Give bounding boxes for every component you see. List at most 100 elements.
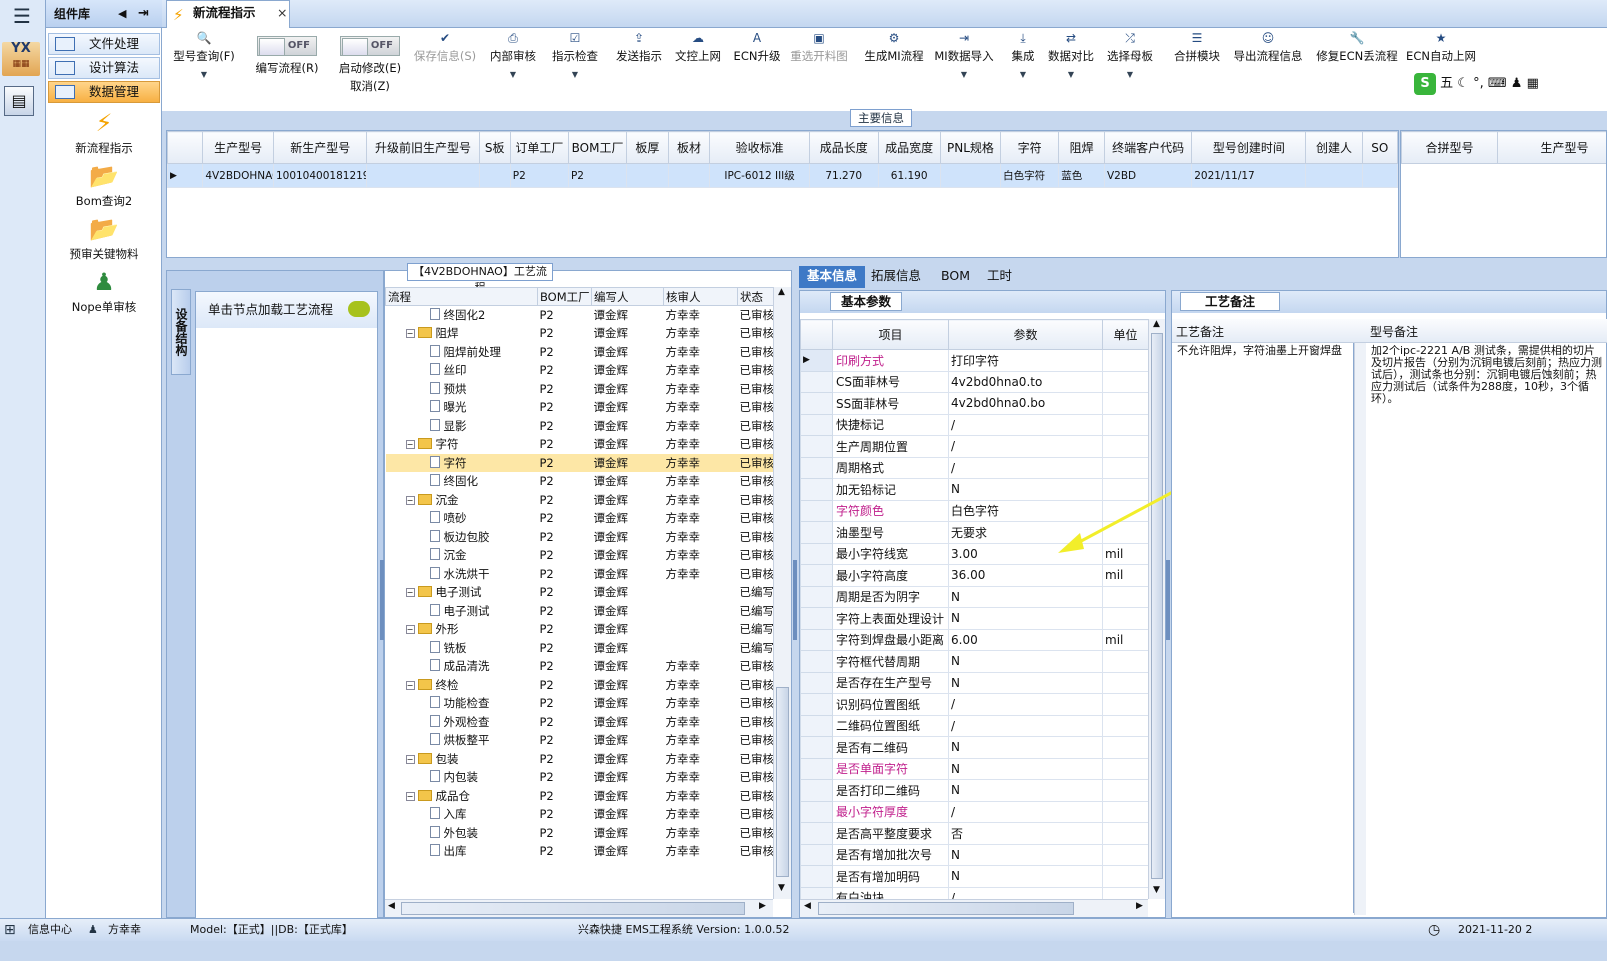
column-header[interactable]: 验收标准	[709, 131, 810, 164]
tree-row[interactable]: − 阻焊 P2 谭金辉 方幸幸 已审核	[386, 324, 773, 343]
column-header[interactable]: 升级前旧生产型号	[366, 131, 480, 164]
column-header[interactable]: 生产型号	[1497, 131, 1606, 164]
collapse-icon[interactable]: −	[405, 625, 415, 635]
tree-node[interactable]: 烘板整平	[386, 731, 538, 750]
param-row[interactable]: 是否有增加批次号 N	[800, 843, 1148, 866]
column-header[interactable]: 板厚	[626, 131, 669, 164]
param-value[interactable]: /	[948, 714, 1103, 737]
table-cell[interactable]: 61.190	[877, 163, 941, 188]
tree-node[interactable]: 终固化2	[386, 306, 538, 325]
param-row[interactable]: 快捷标记 /	[800, 413, 1148, 436]
ime-mode[interactable]: 五	[1440, 76, 1453, 91]
param-row[interactable]: 是否存在生产型号 N	[800, 671, 1148, 694]
column-header[interactable]: 状态	[737, 287, 773, 306]
param-value[interactable]: /	[948, 435, 1103, 458]
user-icon[interactable]: ♟	[1511, 76, 1523, 91]
info-center-link[interactable]: 信息中心	[28, 919, 72, 941]
flow-horizontal-scrollbar[interactable]: ◀ ▶	[385, 899, 773, 917]
tree-node[interactable]: − 沉金	[386, 491, 538, 510]
tree-row[interactable]: 丝印 P2 谭金辉 方幸幸 已审核	[386, 361, 773, 380]
tree-node[interactable]: 铣板	[386, 639, 538, 658]
param-row[interactable]: 最小字符厚度 /	[800, 800, 1148, 823]
tab-new-flow[interactable]: ⚡ 新流程指示 ×	[166, 0, 290, 28]
calculator-icon[interactable]: ▤	[4, 86, 34, 116]
tree-node[interactable]: 沉金	[386, 546, 538, 565]
scroll-up-icon[interactable]: ▲	[1153, 319, 1160, 329]
tree-node[interactable]: 板边包胶	[386, 528, 538, 547]
shortcut-item[interactable]: 📂 Bom查询2	[46, 161, 162, 209]
chevron-down-icon[interactable]: ▼	[488, 70, 538, 79]
tree-row[interactable]: − 电子测试 P2 谭金辉 已编写	[386, 583, 773, 602]
tree-row[interactable]: 烘板整平 P2 谭金辉 方幸幸 已审核	[386, 731, 773, 750]
toolbar-button[interactable]: ⤮ 选择母板 ▼	[1106, 30, 1154, 79]
column-header[interactable]: BOM工厂	[567, 131, 628, 164]
flow-vertical-scrollbar[interactable]: ▲ ▼	[773, 287, 791, 899]
collapse-icon[interactable]: −	[405, 588, 415, 598]
param-row[interactable]: 字符到焊盘最小距离 6.00 mil	[800, 628, 1148, 651]
column-header[interactable]: SO	[1361, 131, 1399, 164]
tree-row[interactable]: 入库 P2 谭金辉 方幸幸 已审核	[386, 805, 773, 824]
toolbar-button[interactable]: ☺ 导出流程信息	[1230, 30, 1306, 64]
toolbar-button[interactable]: ⇪ 发送指示	[612, 30, 666, 64]
param-row[interactable]: 是否有二维码 N	[800, 736, 1148, 759]
toolbar-button[interactable]: OFF 启动修改(E) 取消(Z)	[328, 30, 412, 94]
param-value[interactable]: /	[948, 693, 1103, 716]
toolbar-button[interactable]: ⇄ 数据对比 ▼	[1044, 30, 1098, 79]
column-header[interactable]: 参数	[948, 319, 1103, 350]
param-value[interactable]: 否	[948, 822, 1103, 845]
chevron-down-icon[interactable]: ▼	[170, 70, 238, 79]
toolbar-button[interactable]: ⤓ 集成 ▼	[1010, 30, 1036, 79]
param-row[interactable]: 二维码位置图纸 /	[800, 714, 1148, 737]
param-row[interactable]: 识别码位置图纸 /	[800, 693, 1148, 716]
column-header[interactable]: 合拼型号	[1401, 131, 1498, 164]
table-cell[interactable]: V2BD	[1103, 163, 1193, 188]
column-header[interactable]: 生产型号	[202, 131, 274, 164]
tree-node[interactable]: 预烘	[386, 380, 538, 399]
chevron-down-icon[interactable]: ▼	[1010, 70, 1036, 79]
collapse-left-icon[interactable]: ◀	[118, 0, 126, 28]
collapse-icon[interactable]: −	[405, 329, 415, 339]
column-header[interactable]: 阻焊	[1058, 131, 1105, 164]
splitter-handle[interactable]	[1166, 560, 1170, 640]
pin-icon[interactable]: ⇥	[138, 0, 149, 28]
table-cell[interactable]: P2	[567, 163, 628, 188]
param-row[interactable]: 是否打印二维码 N	[800, 779, 1148, 802]
table-cell[interactable]: P2	[509, 163, 569, 188]
tree-row[interactable]: 沉金 P2 谭金辉 方幸幸 已审核	[386, 546, 773, 565]
tree-row[interactable]: − 终检 P2 谭金辉 方幸幸 已审核	[386, 676, 773, 695]
tree-row[interactable]: 外包装 P2 谭金辉 方幸幸 已审核	[386, 824, 773, 843]
tree-row[interactable]: 终固化 P2 谭金辉 方幸幸 已审核	[386, 472, 773, 491]
tree-node[interactable]: − 包装	[386, 750, 538, 769]
table-cell[interactable]	[626, 163, 669, 188]
grid-icon[interactable]: ▦	[1527, 76, 1539, 91]
tree-node[interactable]: 外观检查	[386, 713, 538, 732]
tree-node[interactable]: 成品清洗	[386, 657, 538, 676]
param-row[interactable]: 生产周期位置 /	[800, 435, 1148, 458]
toolbar-button[interactable]: ⎙ 内部审核 ▼	[488, 30, 538, 79]
param-value[interactable]: N	[948, 865, 1103, 888]
column-header[interactable]: 成品长度	[808, 131, 879, 164]
param-row[interactable]: 字符上表面处理设计 N	[800, 607, 1148, 630]
scroll-right-icon[interactable]: ▶	[1136, 901, 1143, 911]
toolbar-button[interactable]: ☁ 文控上网	[672, 30, 724, 64]
param-value[interactable]: N	[948, 779, 1103, 802]
scroll-down-icon[interactable]: ▼	[1153, 885, 1160, 895]
param-row[interactable]: 是否高平整度要求否	[800, 822, 1148, 845]
tree-row[interactable]: 阻焊前处理 P2 谭金辉 方幸幸 已审核	[386, 343, 773, 362]
column-header[interactable]: 型号创建时间	[1191, 131, 1307, 164]
param-value[interactable]: N	[948, 757, 1103, 780]
param-value[interactable]: N	[948, 843, 1103, 866]
column-header[interactable]: 成品宽度	[877, 131, 941, 164]
table-cell[interactable]: 10010400181219	[272, 163, 368, 188]
note-scrollbar[interactable]	[1354, 343, 1366, 915]
tree-node[interactable]: 丝印	[386, 361, 538, 380]
table-cell[interactable]: 71.270	[808, 163, 879, 188]
tree-row[interactable]: 功能检查 P2 谭金辉 方幸幸 已审核	[386, 694, 773, 713]
tree-row[interactable]: − 成品仓 P2 谭金辉 方幸幸 已审核	[386, 787, 773, 806]
column-header[interactable]: BOM工厂	[537, 287, 592, 306]
collapse-icon[interactable]: −	[405, 754, 415, 764]
tree-row[interactable]: 水洗烘干 P2 谭金辉 方幸幸 已审核	[386, 565, 773, 584]
column-header[interactable]: 板材	[667, 131, 711, 164]
tree-node[interactable]: 内包装	[386, 768, 538, 787]
shortcut-item[interactable]: ♟ Nope单审核	[46, 267, 162, 315]
